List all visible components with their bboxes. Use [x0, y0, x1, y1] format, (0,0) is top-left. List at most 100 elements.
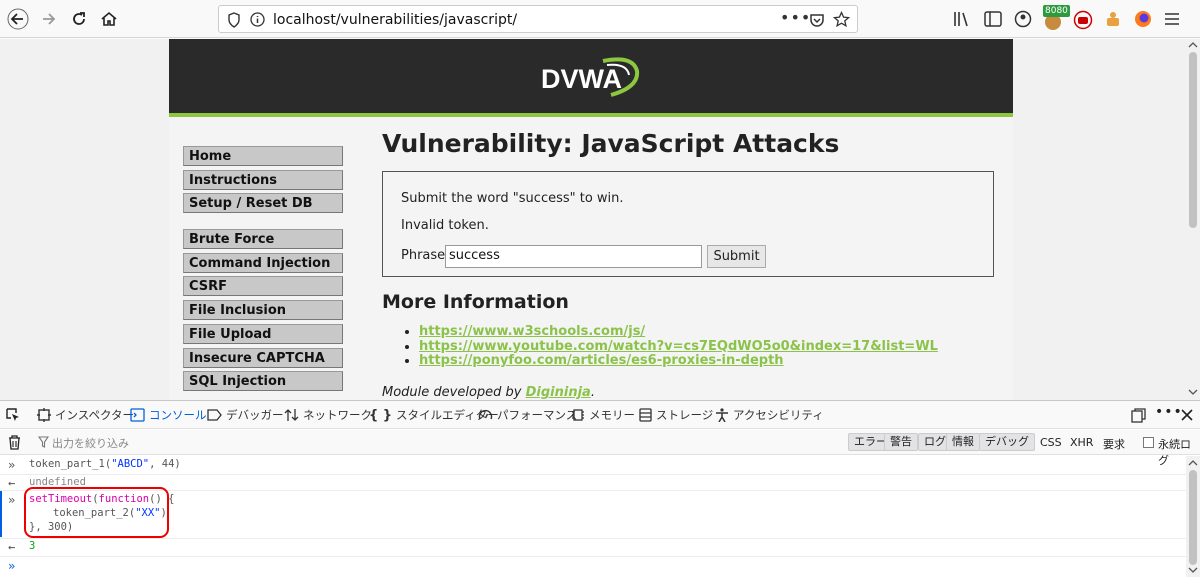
url-text[interactable]: localhost/vulnerabilities/javascript/ — [273, 12, 517, 28]
menu-item-brute-force[interactable]: Brute Force — [183, 229, 343, 250]
filter-input[interactable]: 出力を絞り込み — [52, 435, 129, 451]
memory-icon — [572, 409, 584, 421]
url-bar[interactable]: localhost/vulnerabilities/javascript/ ••… — [218, 5, 858, 33]
home-icon — [101, 11, 117, 26]
close-devtools-icon[interactable] — [1181, 409, 1193, 421]
prompt-chevron-icon: » — [8, 559, 16, 573]
youtube-extension-icon[interactable] — [1073, 10, 1093, 30]
scroll-down-icon[interactable] — [1188, 388, 1198, 396]
link-youtube[interactable]: https://www.youtube.com/watch?v=cs7EQdWO… — [419, 339, 938, 354]
svg-text:DVWA: DVWA — [541, 64, 622, 94]
dvwa-header: DVWA — [169, 39, 1013, 117]
shield-icon[interactable] — [227, 12, 241, 28]
network-icon — [284, 409, 299, 421]
link-w3schools[interactable]: https://www.w3schools.com/js/ — [419, 324, 645, 339]
reload-button[interactable] — [66, 6, 92, 32]
devtools-options-icon[interactable]: ••• — [1155, 404, 1183, 420]
submit-button[interactable]: Submit — [707, 245, 766, 268]
console-result-row: ← 3 — [0, 540, 1186, 554]
tab-performance-label: パフォーマンス — [497, 408, 578, 422]
console-row-divider — [0, 474, 1186, 475]
tab-accessibility-label: アクセシビリティ — [733, 408, 824, 422]
menu-item-home[interactable]: Home — [183, 146, 343, 166]
tab-storage[interactable]: ストレージ — [639, 407, 713, 423]
menu-divider — [183, 217, 343, 229]
console-scroll-thumb[interactable] — [1189, 470, 1197, 565]
filter-css-button[interactable]: CSS — [1040, 436, 1062, 449]
info-link-item: https://ponyfoo.com/articles/es6-proxies… — [419, 353, 938, 369]
home-button[interactable] — [96, 6, 122, 32]
info-link-item: https://www.youtube.com/watch?v=cs7EQdWO… — [419, 339, 938, 355]
library-icon[interactable] — [953, 11, 971, 27]
phrase-label: Phrase — [401, 248, 446, 263]
vulnerability-box: Submit the word "success" to win. Invali… — [382, 171, 994, 277]
status-message: Invalid token. — [401, 218, 489, 233]
hamburger-menu-icon[interactable] — [1164, 11, 1180, 27]
tab-inspector[interactable]: インスペクター — [37, 407, 134, 423]
forward-button[interactable] — [36, 6, 62, 32]
pocket-icon[interactable] — [809, 12, 825, 28]
result-arrow-icon: ← — [8, 476, 16, 490]
tab-console[interactable]: コンソール — [130, 407, 207, 423]
instruction-text: Submit the word "success" to win. — [401, 191, 624, 206]
scroll-up-icon[interactable] — [1188, 41, 1198, 49]
page-scrollbar[interactable] — [1186, 39, 1200, 400]
more-information-heading: More Information — [382, 291, 569, 313]
side-menu: Home Instructions Setup / Reset DB Brute… — [183, 146, 343, 395]
level-warning-button[interactable]: 警告 — [884, 433, 918, 451]
console-prompt-row[interactable]: » — [0, 559, 1186, 575]
persist-logs-checkbox[interactable] — [1143, 437, 1154, 448]
menu-item-command-injection[interactable]: Command Injection — [183, 252, 343, 273]
cmd-text: token_part_1( — [29, 458, 112, 470]
filter-funnel-icon — [38, 436, 49, 448]
tab-debugger[interactable]: デバッガー — [207, 407, 284, 423]
module-credit: Module developed by Digininja. — [382, 385, 595, 400]
tab-performance[interactable]: パフォーマンス — [478, 407, 577, 423]
tab-debugger-label: デバッガー — [226, 408, 284, 422]
highlight-annotation-box — [24, 487, 169, 538]
menu-item-file-upload[interactable]: File Upload — [183, 323, 343, 344]
console-icon — [130, 408, 145, 422]
accessibility-icon — [716, 408, 728, 422]
firefox-icon[interactable] — [1134, 10, 1152, 28]
menu-item-csrf[interactable]: CSRF — [183, 276, 343, 297]
tab-network[interactable]: ネットワーク — [284, 407, 372, 423]
console-row-divider — [0, 490, 1186, 491]
link-ponyfoo[interactable]: https://ponyfoo.com/articles/es6-proxies… — [419, 353, 784, 368]
dock-side-icon[interactable] — [1131, 408, 1146, 423]
element-picker-icon[interactable] — [6, 408, 20, 422]
console-scrollbar[interactable] — [1186, 456, 1200, 577]
filter-requests-button[interactable]: 要求 — [1103, 436, 1125, 452]
console-input-row: » setTimeout(function() { — [0, 493, 1186, 507]
back-arrow-icon — [7, 8, 29, 30]
menu-item-setup-reset-db[interactable]: Setup / Reset DB — [183, 193, 343, 214]
puzzle-extension-icon[interactable] — [1104, 10, 1122, 28]
console-filter-bar: 出力を絞り込み エラー 警告 ログ 情報 デバッグ CSS XHR 要求 永続ロ… — [0, 430, 1200, 467]
back-button[interactable] — [5, 6, 31, 32]
extension-badge: 8080 — [1043, 5, 1070, 17]
menu-item-sql-injection[interactable]: SQL Injection — [183, 371, 343, 392]
console-command[interactable]: token_part_1("ABCD", 44) — [29, 458, 181, 470]
level-info-button[interactable]: 情報 — [946, 433, 980, 451]
info-icon[interactable] — [250, 12, 265, 27]
trash-icon[interactable] — [8, 435, 21, 450]
tab-memory[interactable]: メモリー — [571, 407, 635, 423]
info-links: https://www.w3schools.com/js/ https://ww… — [409, 324, 938, 369]
scroll-down-icon[interactable] — [1188, 566, 1198, 574]
page-actions-icon[interactable]: ••• — [780, 8, 811, 27]
tab-accessibility[interactable]: アクセシビリティ — [715, 407, 824, 423]
devtools-tabbar: インスペクター コンソール デバッガー ネットワーク { } スタイルエディター… — [0, 401, 1200, 429]
dvwa-page: DVWA Home Instructions Setup / Reset DB … — [169, 39, 1013, 400]
level-debug-button[interactable]: デバッグ — [979, 433, 1035, 451]
filter-xhr-button[interactable]: XHR — [1070, 436, 1093, 449]
account-icon[interactable] — [1014, 10, 1032, 28]
menu-item-file-inclusion[interactable]: File Inclusion — [183, 300, 343, 321]
bookmark-star-icon[interactable] — [833, 11, 850, 28]
sidebar-icon[interactable] — [984, 11, 1002, 27]
menu-item-insecure-captcha[interactable]: Insecure CAPTCHA — [183, 347, 343, 368]
menu-item-instructions[interactable]: Instructions — [183, 169, 343, 190]
page-scroll-thumb[interactable] — [1189, 52, 1197, 228]
module-author-link[interactable]: Digininja — [526, 385, 591, 400]
scroll-up-icon[interactable] — [1188, 459, 1198, 467]
phrase-input[interactable]: success — [445, 245, 702, 268]
